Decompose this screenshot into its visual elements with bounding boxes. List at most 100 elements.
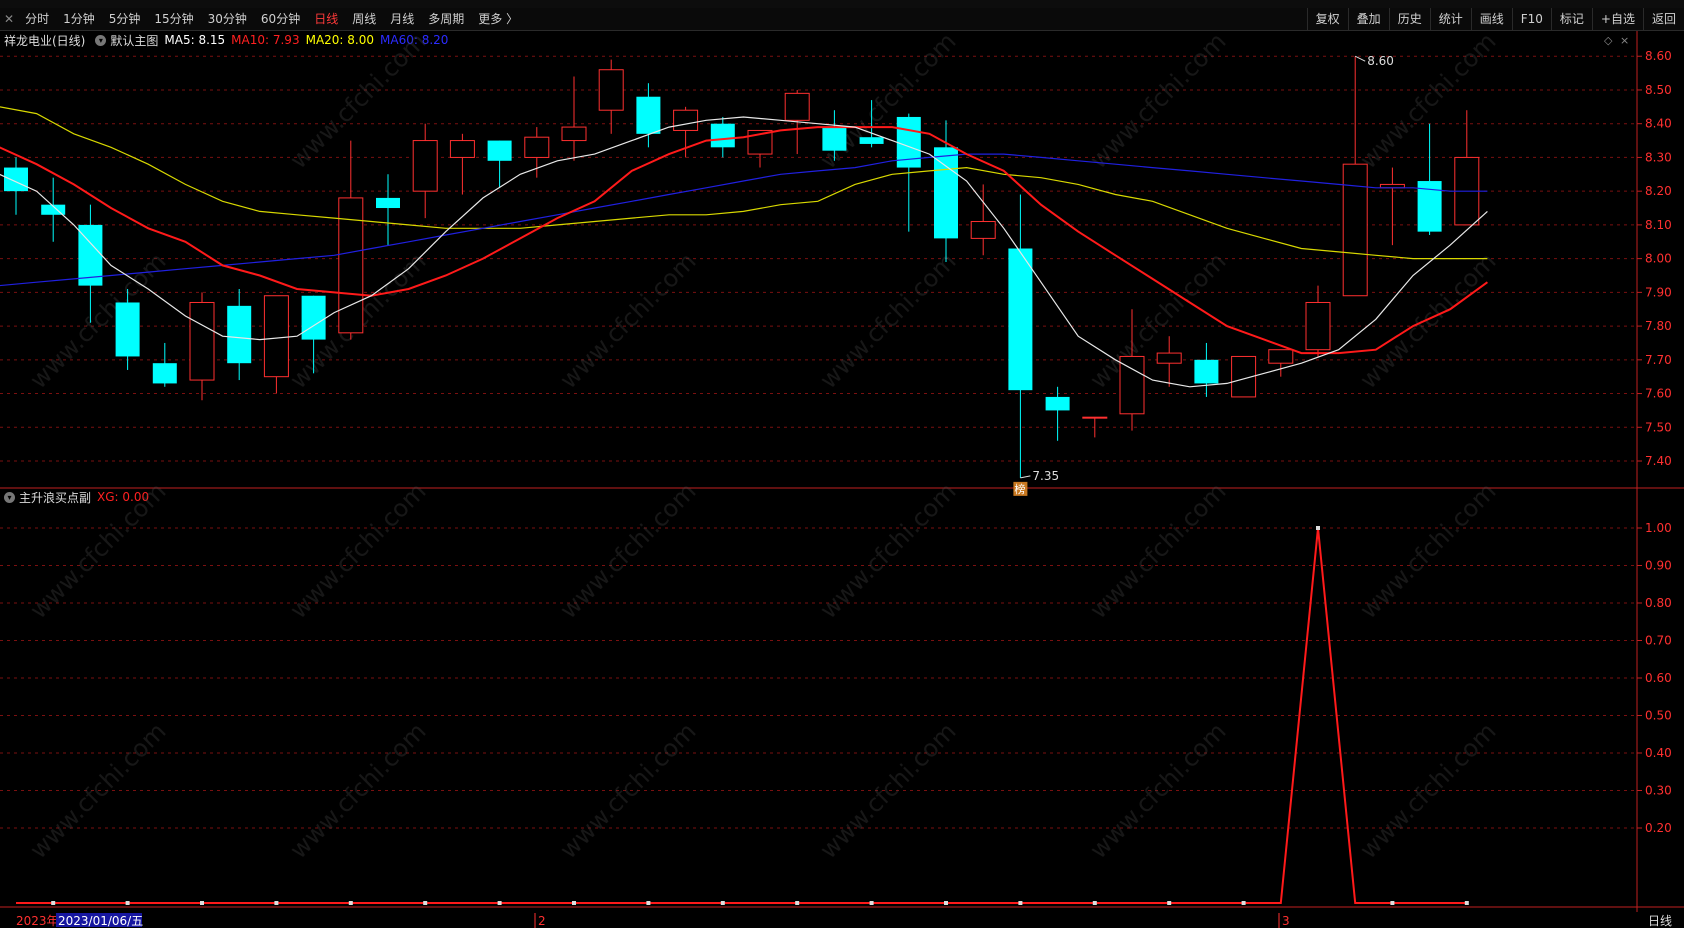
watermark-text: www.cfchi.com: [1354, 477, 1501, 624]
candle-body: [784, 92, 810, 121]
y-tick-label: 8.00: [1645, 252, 1672, 266]
candle-body: [934, 147, 958, 239]
candle-body: [524, 136, 550, 158]
candle-body: [822, 127, 847, 151]
watermark-text: www.cfchi.com: [1354, 247, 1501, 394]
candle-body: [1342, 163, 1368, 297]
watermark-text: www.cfchi.com: [554, 247, 701, 394]
candle-body: [636, 96, 661, 134]
watermark-text: www.cfchi.com: [1084, 477, 1231, 624]
y-tick-label: 0.20: [1645, 821, 1672, 835]
y-tick-label: 0.90: [1645, 559, 1672, 573]
candle-body: [1008, 248, 1033, 391]
high-pointer: [1354, 55, 1366, 62]
candle-body: [1305, 301, 1331, 351]
candle-body: [4, 167, 28, 192]
xg-marker: [1018, 901, 1023, 905]
y-tick-label: 7.90: [1645, 285, 1672, 299]
watermark-text: www.cfchi.com: [814, 477, 961, 624]
y-tick-label: 1.00: [1645, 521, 1672, 535]
xg-marker: [125, 901, 130, 905]
month-label: 3: [1282, 914, 1290, 928]
y-tick-label: 8.10: [1645, 218, 1672, 232]
current-date-label: 2023/01/06/五: [58, 914, 143, 928]
candle-body: [338, 197, 364, 334]
candle-body: [1119, 355, 1145, 415]
xg-marker: [1464, 901, 1469, 905]
y-tick-label: 8.60: [1645, 49, 1672, 63]
candle-body: [376, 197, 400, 209]
y-tick-label: 7.70: [1645, 353, 1672, 367]
watermark-text: www.cfchi.com: [1354, 27, 1501, 174]
candle-body: [970, 221, 996, 239]
watermark-text: www.cfchi.com: [284, 477, 431, 624]
candle-body: [115, 302, 140, 357]
candle-body: [598, 69, 624, 111]
high-price-label: 8.60: [1367, 54, 1394, 68]
candle-body: [673, 109, 699, 131]
candle-body: [449, 140, 475, 158]
watermark-text: www.cfchi.com: [814, 247, 961, 394]
xg-marker: [423, 901, 428, 905]
y-tick-label: 7.60: [1645, 387, 1672, 401]
xg-marker: [274, 901, 279, 905]
y-tick-label: 0.80: [1645, 596, 1672, 610]
y-tick-label: 0.60: [1645, 671, 1672, 685]
watermark-text: www.cfchi.com: [284, 27, 431, 174]
low-pointer: [1020, 475, 1031, 479]
candle-body: [1268, 349, 1294, 364]
candle-body: [412, 140, 438, 192]
xg-marker: [51, 901, 56, 905]
watermark-text: www.cfchi.com: [284, 717, 431, 864]
xg-marker: [795, 901, 800, 905]
y-tick-label: 0.70: [1645, 634, 1672, 648]
candle-body: [710, 123, 735, 148]
candle-body: [152, 363, 177, 384]
xg-marker: [1390, 901, 1395, 905]
candle-body: [1082, 416, 1108, 419]
y-tick-label: 7.40: [1645, 454, 1672, 468]
watermark-text: www.cfchi.com: [24, 477, 171, 624]
y-tick-label: 8.30: [1645, 150, 1672, 164]
xg-marker: [1316, 526, 1320, 530]
rank-badge-text: 榜: [1014, 482, 1025, 496]
chart-canvas[interactable]: 8.60 8.50 8.40 8.30 8.20 8.10 8.00 7.90 7.80 7.70…: [0, 0, 1684, 928]
candle-body: [301, 295, 326, 340]
candle-body: [561, 126, 587, 142]
xg-marker: [497, 901, 502, 905]
candle-body: [263, 295, 289, 378]
watermark-text: www.cfchi.com: [554, 477, 701, 624]
diamond-icon: ◇: [1604, 34, 1613, 47]
xg-marker: [1167, 901, 1172, 905]
y-tick-label: 7.80: [1645, 319, 1672, 333]
xg-marker: [348, 901, 353, 905]
xg-marker: [720, 901, 725, 905]
xg-marker: [572, 901, 576, 905]
y-tick-label: 8.20: [1645, 184, 1672, 198]
candle-body: [189, 301, 215, 381]
xg-marker: [1241, 901, 1246, 905]
month-label: 2: [538, 914, 546, 928]
y-tick-label: 7.50: [1645, 420, 1672, 434]
y-tick-label: 8.40: [1645, 117, 1672, 131]
y-tick-label: 0.40: [1645, 746, 1672, 760]
low-price-label: 7.35: [1032, 469, 1059, 483]
xg-marker: [200, 901, 204, 905]
xg-marker: [944, 901, 948, 905]
ma20-line: [0, 106, 1488, 260]
xg-marker: [869, 901, 874, 905]
y-tick-label: 0.30: [1645, 784, 1672, 798]
ma10-line: [0, 126, 1488, 355]
watermark-text: www.cfchi.com: [1084, 27, 1231, 174]
y-tick-label: 0.50: [1645, 709, 1672, 723]
candle-body: [227, 305, 252, 364]
xg-marker: [646, 901, 651, 905]
period-label: 日线: [1648, 914, 1672, 928]
candle-body: [1045, 396, 1070, 411]
date-strip: [0, 912, 1684, 928]
candle-body: [487, 140, 512, 161]
candle-body: [859, 137, 884, 144]
year-label: 2023年: [16, 914, 59, 928]
y-tick-label: 8.50: [1645, 83, 1672, 97]
candle-body: [1194, 359, 1219, 384]
